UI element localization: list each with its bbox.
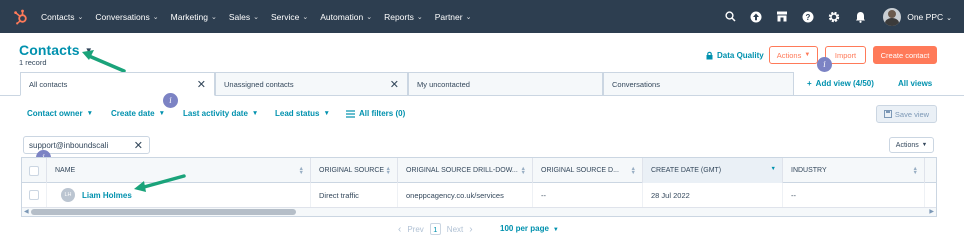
horizontal-scrollbar[interactable]: ◀ ▶ (22, 207, 936, 216)
add-view-button[interactable]: + Add view (4/50) (807, 79, 874, 88)
row-checkbox[interactable] (29, 190, 39, 200)
nav-conversations[interactable]: Conversations ⌄ (95, 12, 158, 22)
column-header-drill-down-1[interactable]: ORIGINAL SOURCE DRILL-DOW... ▲ ▼ (398, 158, 533, 183)
column-header-create-date[interactable]: CREATE DATE (GMT) ▼ (643, 158, 783, 183)
avatar: LH (61, 188, 75, 202)
settings-icon[interactable] (823, 0, 845, 33)
row-select-cell (22, 183, 47, 207)
annotation-arrow-icon (134, 174, 186, 192)
nav-service[interactable]: Service ⌄ (271, 12, 308, 22)
help-icon[interactable]: ? (797, 0, 819, 33)
info-marker-icon: i (163, 93, 178, 108)
chevron-down-icon: ⌄ (465, 13, 472, 21)
nav-contacts[interactable]: Contacts ⌄ (41, 12, 83, 22)
cell-drill-down-2: -- (533, 183, 643, 207)
close-icon[interactable]: ✕ (197, 78, 206, 91)
chevron-down-icon: ▼ (158, 110, 166, 117)
chevron-left-icon[interactable]: ‹ (398, 224, 401, 235)
caret-down-icon: ▼ (921, 142, 928, 148)
nav-marketing[interactable]: Marketing ⌄ (171, 12, 217, 22)
create-contact-button[interactable]: Create contact (873, 46, 937, 64)
next-page-button[interactable]: Next (447, 225, 463, 234)
filter-last-activity-date[interactable]: Last activity date ▼ (183, 109, 258, 118)
all-views-link[interactable]: All views (898, 79, 932, 88)
sort-icon: ▲ ▼ (520, 166, 526, 176)
scrollbar-thumb[interactable] (31, 209, 296, 215)
filter-lines-icon (346, 109, 355, 118)
nav-reports[interactable]: Reports ⌄ (384, 12, 423, 22)
scroll-right-icon: ▶ (929, 209, 934, 215)
tab-all-contacts[interactable]: All contacts ✕ (20, 72, 215, 96)
save-icon (883, 110, 892, 118)
nav-partner[interactable]: Partner ⌄ (435, 12, 472, 22)
save-view-button[interactable]: Save view (876, 105, 937, 123)
contact-name-link[interactable]: Liam Holmes (82, 191, 132, 200)
chevron-down-icon: ▼ (86, 110, 93, 117)
current-page[interactable]: 1 (429, 223, 441, 235)
column-header-industry[interactable]: INDUSTRY ▲ ▼ (783, 158, 925, 183)
nav-sales[interactable]: Sales ⌄ (229, 12, 259, 22)
per-page-select[interactable]: 100 per page ▼ (500, 224, 559, 233)
info-marker-icon: i (817, 57, 832, 72)
chevron-down-icon: ⌄ (946, 14, 952, 22)
plus-icon: + (807, 79, 812, 88)
cell-original-source: Direct traffic (311, 183, 398, 207)
svg-text:?: ? (806, 13, 811, 22)
hubspot-logo-icon[interactable] (13, 9, 29, 25)
close-icon[interactable]: ✕ (390, 78, 399, 91)
notifications-icon[interactable] (849, 0, 871, 33)
all-filters-button[interactable]: All filters (0) (346, 109, 405, 118)
top-navigation: Contacts ⌄ Conversations ⌄ Marketing ⌄ Sale… (0, 0, 964, 33)
chevron-down-icon: ⌄ (366, 13, 373, 21)
chevron-down-icon: ⌄ (416, 13, 423, 21)
prev-page-button[interactable]: Prev (407, 225, 423, 234)
filter-lead-status[interactable]: Lead status ▼ (275, 109, 330, 118)
select-all-cell (22, 158, 47, 183)
select-all-checkbox[interactable] (29, 165, 39, 176)
cell-industry: -- (783, 183, 925, 207)
marketplace-icon[interactable] (771, 0, 793, 33)
actions-button[interactable]: Actions ▼ (769, 46, 818, 64)
data-quality-link[interactable]: Data Quality (705, 51, 764, 60)
table-actions-button[interactable]: Actions ▼ (889, 137, 934, 153)
clear-search-icon[interactable]: ✕ (134, 139, 143, 152)
chevron-down-icon: ⌄ (210, 13, 217, 21)
upgrade-icon[interactable] (745, 0, 767, 33)
tab-conversations[interactable]: Conversations (603, 72, 794, 96)
caret-down-icon: ▼ (804, 52, 811, 58)
account-name: One PPC ⌄ (907, 11, 952, 22)
cell-create-date: 28 Jul 2022 (643, 183, 783, 207)
filter-create-date[interactable]: Create date ▼ (111, 109, 165, 118)
column-header-original-source[interactable]: ORIGINAL SOURCE ▲ ▼ (311, 158, 398, 183)
chevron-down-icon: ⌄ (77, 13, 84, 21)
sort-descending-icon: ▼ (770, 166, 776, 172)
sort-icon: ▲ ▼ (385, 166, 391, 176)
chevron-down-icon: ⌄ (302, 13, 309, 21)
sort-icon: ▲ ▼ (298, 166, 304, 176)
caret-down-icon: ▼ (552, 227, 559, 233)
record-count: 1 record (19, 58, 47, 67)
column-header-drill-down-2[interactable]: ORIGINAL SOURCE D... ▲ ▼ (533, 158, 643, 183)
sort-icon: ▲ ▼ (912, 166, 918, 176)
lock-icon (706, 51, 713, 60)
chevron-down-icon: ⌄ (253, 13, 259, 21)
sort-icon: ▲ ▼ (630, 166, 636, 176)
chevron-down-icon: ▼ (251, 110, 259, 117)
pagination: ‹ Prev 1 Next › (398, 223, 473, 235)
chevron-down-icon: ▼ (323, 110, 330, 117)
search-icon[interactable] (719, 0, 741, 33)
nav-right-tools: ? One PPC ⌄ (719, 0, 964, 33)
tab-unassigned-contacts[interactable]: Unassigned contacts ✕ (215, 72, 408, 96)
chevron-down-icon: ⌄ (152, 13, 159, 21)
filter-contact-owner[interactable]: Contact owner ▼ (27, 109, 93, 118)
cell-drill-down-1: oneppcagency.co.uk/services (398, 183, 533, 207)
scroll-left-icon: ◀ (24, 209, 29, 215)
tab-my-uncontacted[interactable]: My uncontacted (408, 72, 603, 96)
chevron-right-icon[interactable]: › (469, 224, 472, 235)
account-menu[interactable]: One PPC ⌄ (883, 7, 952, 26)
avatar (883, 7, 902, 26)
nav-automation[interactable]: Automation ⌄ (320, 12, 372, 22)
